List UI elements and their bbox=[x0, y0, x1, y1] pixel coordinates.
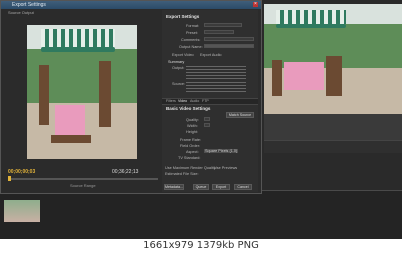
max-render-quality-checkbox[interactable]: Use Maximum Render Quality bbox=[165, 166, 216, 170]
field-order-label: Field Order: bbox=[180, 144, 201, 148]
height-label: Height: bbox=[186, 130, 199, 134]
settings-tabs bbox=[162, 98, 258, 105]
basic-video-settings-header[interactable]: Basic Video Settings bbox=[166, 106, 210, 111]
summary-source-text bbox=[186, 82, 246, 93]
output-name-label: Output Name: bbox=[179, 45, 203, 49]
estimated-file-size-label: Estimated File Size: bbox=[165, 172, 199, 176]
preset-label: Preset: bbox=[186, 31, 199, 35]
tab-ftp[interactable]: FTP bbox=[202, 98, 209, 104]
aspect-value: Square Pixels (1.0) bbox=[205, 149, 238, 153]
frame-rate-label: Frame Rate: bbox=[180, 138, 202, 142]
screenshot-frame: Export Settings × Source Output 00;00;00… bbox=[0, 0, 402, 239]
export-video-checkbox[interactable]: Export Video bbox=[172, 53, 194, 57]
queue-button[interactable]: Queue bbox=[193, 184, 209, 190]
image-caption: 1661x979 1379kb PNG bbox=[0, 239, 402, 253]
tab-source-output[interactable]: Source Output bbox=[8, 10, 34, 15]
match-source-button[interactable]: Match Source bbox=[226, 112, 254, 118]
source-preview-video bbox=[27, 25, 137, 159]
timecode-duration: 00;36;22;13 bbox=[112, 169, 139, 175]
export-audio-checkbox[interactable]: Export Audio bbox=[200, 53, 222, 57]
comments-input[interactable] bbox=[204, 37, 254, 41]
tab-audio[interactable]: Audio bbox=[190, 98, 199, 104]
format-label: Format: bbox=[186, 24, 200, 28]
summary-output-text bbox=[186, 66, 246, 80]
preset-select[interactable] bbox=[204, 30, 234, 34]
metadata-button[interactable]: Metadata... bbox=[164, 184, 184, 190]
tab-filters[interactable]: Filters bbox=[166, 98, 176, 104]
clip-thumbnail[interactable] bbox=[4, 200, 40, 222]
timecode-in: 00;00;00;03 bbox=[8, 169, 36, 175]
summary-output-label: Output: bbox=[172, 66, 185, 70]
playhead-handle[interactable] bbox=[8, 176, 11, 181]
program-video-frame bbox=[264, 4, 402, 114]
width-label: Width: bbox=[187, 124, 198, 128]
export-settings-header[interactable]: Export Settings bbox=[166, 14, 199, 19]
source-range-label: Source Range bbox=[70, 183, 96, 188]
summary-source-label: Source: bbox=[172, 82, 186, 86]
summary-header[interactable]: Summary bbox=[168, 60, 184, 64]
dialog-title: Export Settings bbox=[12, 2, 46, 8]
aspect-label: Aspect: bbox=[186, 150, 199, 154]
format-select[interactable] bbox=[204, 23, 242, 27]
tab-video[interactable]: Video bbox=[178, 98, 187, 104]
width-value[interactable] bbox=[204, 123, 210, 127]
use-previews-checkbox[interactable]: Use Previews bbox=[214, 166, 237, 170]
comments-label: Comments: bbox=[181, 38, 201, 42]
program-monitor-controls[interactable] bbox=[264, 140, 402, 153]
quality-label: Quality: bbox=[186, 118, 199, 122]
close-icon[interactable]: × bbox=[253, 2, 258, 7]
source-scrub-bar[interactable] bbox=[8, 178, 158, 180]
cancel-button[interactable]: Cancel bbox=[234, 184, 252, 190]
timeline-panel[interactable] bbox=[130, 190, 402, 239]
quality-value[interactable] bbox=[204, 117, 210, 121]
export-button[interactable]: Export bbox=[212, 184, 230, 190]
output-name-link[interactable] bbox=[204, 44, 254, 48]
tv-standard-label: TV Standard: bbox=[178, 156, 201, 160]
